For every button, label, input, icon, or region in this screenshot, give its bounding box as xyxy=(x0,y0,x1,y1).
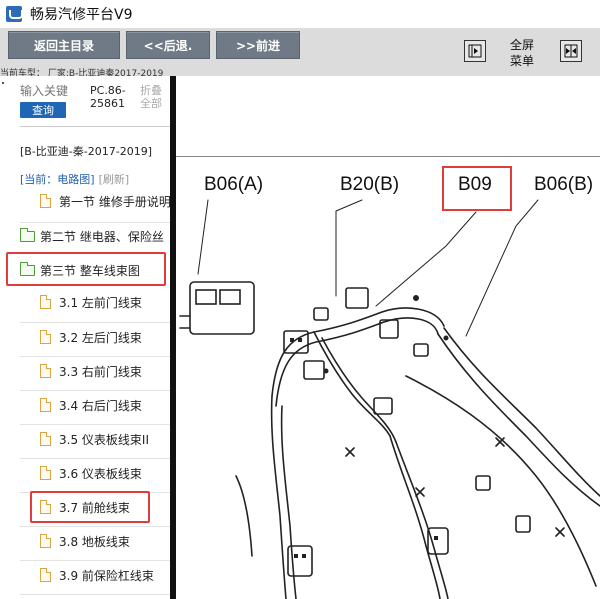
document-icon xyxy=(40,568,51,582)
tree-item-label: 3.9 前保险杠线束 xyxy=(59,568,154,583)
tree-item-label: 3.4 右后门线束 xyxy=(59,398,142,413)
back-to-main-button[interactable]: 返回主目录 xyxy=(8,31,120,59)
document-icon xyxy=(40,398,51,412)
tree-item-3-1[interactable]: 3.1 左前门线束 xyxy=(40,292,142,312)
tree-item-label: 第二节 继电器、保险丝 xyxy=(40,229,164,244)
divider xyxy=(20,526,170,527)
document-icon xyxy=(40,364,51,378)
document-icon xyxy=(40,295,51,309)
divider xyxy=(20,356,170,357)
highlight-box xyxy=(30,491,150,523)
harness-drawing xyxy=(179,199,600,599)
document-icon xyxy=(40,534,51,548)
divider xyxy=(20,222,170,223)
fullscreen-menu-label[interactable]: 全屏 菜单 xyxy=(504,37,540,69)
collapse-all-button[interactable]: 折叠全部 xyxy=(140,84,170,110)
search-button[interactable]: 查询 xyxy=(20,102,66,118)
divider xyxy=(20,390,170,391)
tree-item-label: 3.1 左前门线束 xyxy=(59,295,142,310)
expand-right-icon xyxy=(468,44,482,58)
menu-label: 菜单 xyxy=(509,54,534,68)
collapse-both-button[interactable] xyxy=(560,40,582,62)
folder-open-icon xyxy=(20,227,35,242)
divider xyxy=(20,126,170,127)
tree-item-3-6[interactable]: 3.6 仪表板线束 xyxy=(40,463,142,483)
pc-code: PC.86-25861 xyxy=(90,84,126,110)
tree-item-label: 3.3 右前门线束 xyxy=(59,364,142,379)
back-button[interactable]: <<后退. xyxy=(126,31,210,59)
sidebar: 查询 PC.86-25861 折叠全部 [B-比亚迪-秦-2017-2019] … xyxy=(0,76,170,599)
divider xyxy=(20,458,170,459)
refresh-link[interactable]: [刷新] xyxy=(99,173,130,186)
collapse-both-icon xyxy=(564,44,578,58)
tree-item-label: 3.6 仪表板线束 xyxy=(59,466,142,481)
divider xyxy=(20,322,170,323)
tree-item-3-4[interactable]: 3.4 右后门线束 xyxy=(40,395,142,415)
vehicle-name: [B-比亚迪-秦-2017-2019] xyxy=(20,145,152,158)
tree-item-3-2[interactable]: 3.2 左后门线束 xyxy=(40,327,142,347)
tree-item-section-1[interactable]: 第一节 维修手册说明 xyxy=(40,191,170,211)
tree-item-label: 第一节 维修手册说明 xyxy=(59,194,170,209)
tree-item-label: 3.5 仪表板线束II xyxy=(59,432,149,447)
divider xyxy=(20,560,170,561)
forward-button[interactable]: >>前进 xyxy=(216,31,300,59)
tree-item-3-8[interactable]: 3.8 地板线束 xyxy=(40,531,130,551)
document-icon xyxy=(40,194,51,208)
divider xyxy=(20,594,170,595)
document-icon xyxy=(40,432,51,446)
tree-item-3-3[interactable]: 3.3 右前门线束 xyxy=(40,361,142,381)
tree-item-3-9[interactable]: 3.9 前保险杠线束 xyxy=(40,565,154,585)
document-icon xyxy=(40,466,51,480)
tree-item-3-5[interactable]: 3.5 仪表板线束II xyxy=(40,429,149,449)
breadcrumb: [当前：电路图] [刷新] xyxy=(20,171,129,187)
search-row: 查询 PC.86-25861 折叠全部 xyxy=(0,76,170,124)
marker-dot xyxy=(2,82,4,84)
divider xyxy=(20,424,170,425)
search-input[interactable] xyxy=(20,83,68,99)
title-bar: 畅易汽修平台V9 xyxy=(0,0,600,28)
expand-right-button[interactable] xyxy=(464,40,486,62)
highlight-box xyxy=(6,252,166,286)
document-icon xyxy=(40,330,51,344)
window-title: 畅易汽修平台V9 xyxy=(30,7,133,23)
app-logo-icon xyxy=(6,6,23,22)
tree-item-section-2[interactable]: 第二节 继电器、保险丝 xyxy=(20,226,164,246)
crumb-current-link[interactable]: [当前：电路图] xyxy=(20,173,95,186)
fullscreen-label: 全屏 xyxy=(509,38,534,52)
tree-item-label: 3.8 地板线束 xyxy=(59,534,130,549)
tree-item-label: 3.2 左后门线束 xyxy=(59,330,142,345)
wiring-diagram[interactable]: B06(A) B20(B) B09 B06(B) xyxy=(176,76,600,599)
